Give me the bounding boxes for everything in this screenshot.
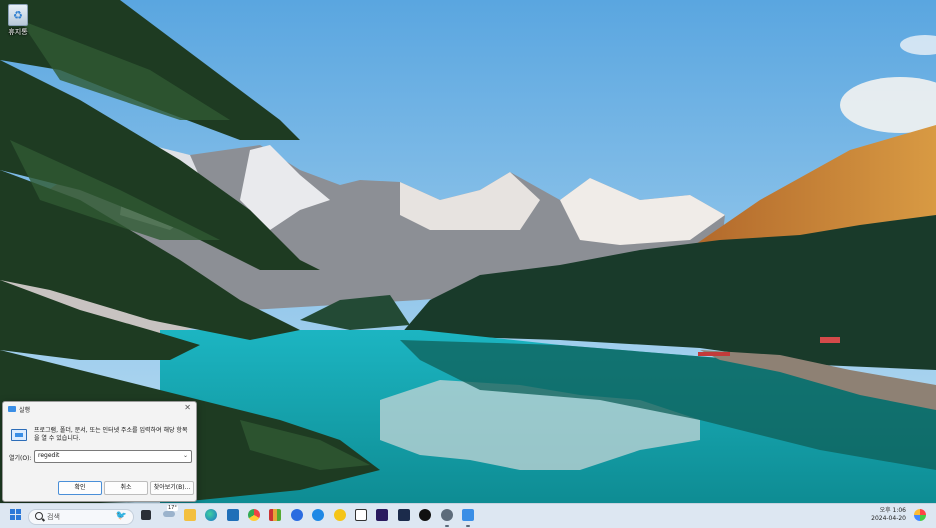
search-highlight-icon: 🐦 xyxy=(115,511,127,521)
run-dialog-titlebar[interactable]: 실행 ✕ xyxy=(3,402,196,416)
ok-button[interactable]: 확인 xyxy=(58,481,102,495)
chevron-down-icon[interactable]: ⌄ xyxy=(183,452,188,459)
close-button[interactable]: ✕ xyxy=(184,404,191,412)
winrar-icon[interactable] xyxy=(269,509,281,521)
copilot-icon[interactable] xyxy=(914,509,926,521)
system-clock[interactable]: 오후 1:06 2024-04-20 xyxy=(868,507,906,523)
app-icon[interactable] xyxy=(291,509,303,521)
app-icon[interactable] xyxy=(334,509,346,521)
run-program-icon xyxy=(11,429,27,441)
file-explorer-icon[interactable] xyxy=(184,509,196,521)
search-icon xyxy=(35,512,43,520)
windows-logo-icon xyxy=(10,509,15,514)
open-combobox[interactable]: regedit ⌄ xyxy=(34,450,192,463)
run-dialog-title: 실행 xyxy=(19,407,31,414)
recycle-bin[interactable]: ♻ 휴지통 xyxy=(4,4,32,37)
search-box[interactable]: 검색 🐦 xyxy=(28,509,134,525)
chrome-icon[interactable] xyxy=(248,509,260,521)
weather-icon xyxy=(163,511,175,517)
clock-time: 오후 1:06 xyxy=(879,507,906,514)
taskbar: 검색 🐦 17° 오후 1:06 2024-04-20 xyxy=(0,503,936,528)
run-dialog: 실행 ✕ 프로그램, 폴더, 문서, 또는 인터넷 주소를 입력하여 해당 항목… xyxy=(2,401,197,502)
edge-icon[interactable] xyxy=(205,509,217,521)
weather-temp: 17° xyxy=(167,505,178,511)
settings-icon[interactable] xyxy=(441,509,453,521)
widgets-button[interactable]: 17° xyxy=(163,505,178,517)
open-input[interactable]: regedit xyxy=(38,452,59,459)
cancel-button[interactable]: 취소 xyxy=(104,481,148,495)
calculator-icon[interactable] xyxy=(227,509,239,521)
app-icon[interactable] xyxy=(312,509,324,521)
open-label: 열기(O): xyxy=(9,455,32,462)
search-placeholder: 검색 xyxy=(47,513,60,521)
recycle-bin-label: 휴지통 xyxy=(8,28,28,36)
app-icon[interactable] xyxy=(398,509,410,521)
clock-date: 2024-04-20 xyxy=(871,515,906,522)
app-icon[interactable] xyxy=(419,509,431,521)
run-icon[interactable] xyxy=(462,509,474,521)
run-dialog-description: 프로그램, 폴더, 문서, 또는 인터넷 주소를 입력하여 해당 항목을 열 수… xyxy=(34,427,188,442)
run-icon xyxy=(8,406,16,412)
recycle-bin-icon: ♻ xyxy=(8,4,28,26)
browse-button[interactable]: 찾아보기(B)... xyxy=(150,481,194,495)
notion-icon[interactable] xyxy=(355,509,367,521)
premiere-pro-icon[interactable] xyxy=(376,509,388,521)
task-view-icon[interactable] xyxy=(141,510,151,520)
start-button[interactable] xyxy=(10,509,22,521)
